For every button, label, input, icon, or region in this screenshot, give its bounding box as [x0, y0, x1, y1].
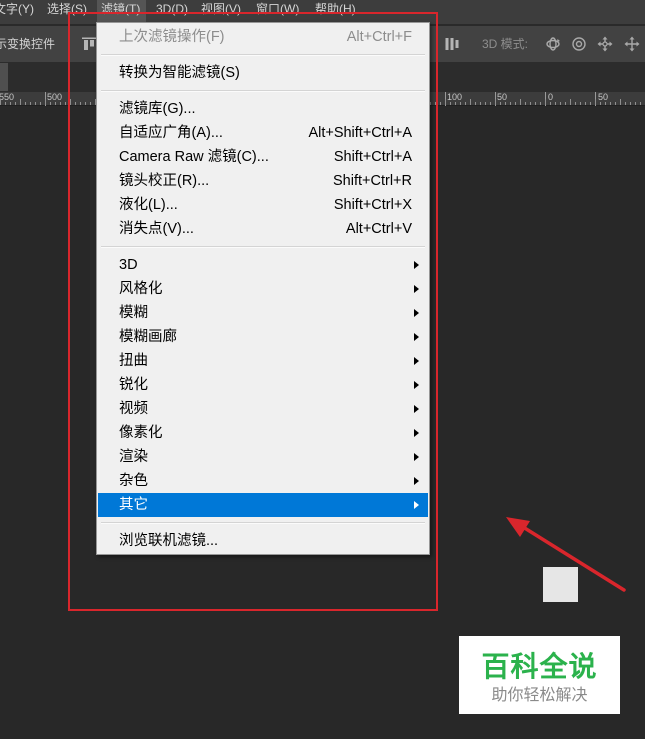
ruler-major-tick [445, 92, 446, 106]
menu-item-video[interactable]: 视频 [98, 397, 428, 421]
menu-item-label: 模糊画廊 [119, 329, 177, 345]
menu-help[interactable]: 帮助(H) [312, 0, 359, 22]
menu-item-label: 消失点(V)... [119, 221, 194, 237]
menu-item-label: Camera Raw 滤镜(C)... [119, 149, 269, 165]
menu-item-noise[interactable]: 杂色 [98, 469, 428, 493]
menu-item-label: 扭曲 [119, 353, 148, 369]
ruler-label: 100 [447, 92, 463, 102]
menu-item-label: 浏览联机滤镜... [119, 533, 219, 549]
chevron-right-icon [414, 261, 419, 269]
ruler-major-tick [595, 92, 596, 106]
menu-item-label: 自适应广角(A)... [119, 125, 223, 141]
document-tab[interactable] [0, 63, 8, 91]
menu-item-label: 转换为智能滤镜(S) [119, 65, 240, 81]
menu-filter[interactable]: 滤镜(T) [97, 0, 146, 22]
menu-item-last-filter: 上次滤镜操作(F) Alt+Ctrl+F [98, 25, 428, 49]
roll-3d-icon[interactable] [571, 36, 587, 52]
ruler-major-tick [495, 92, 496, 106]
chevron-right-icon [414, 333, 419, 341]
menu-item-lens-correction[interactable]: 镜头校正(R)... Shift+Ctrl+R [98, 169, 428, 193]
menu-item-render[interactable]: 渲染 [98, 445, 428, 469]
menu-item-distort[interactable]: 扭曲 [98, 349, 428, 373]
chevron-right-icon [414, 405, 419, 413]
menu-item-label: 杂色 [119, 473, 148, 489]
filter-menu-dropdown: 上次滤镜操作(F) Alt+Ctrl+F 转换为智能滤镜(S) 滤镜库(G)..… [96, 22, 430, 555]
align-icon[interactable] [81, 36, 97, 52]
watermark-subtitle: 助你轻松解决 [491, 687, 588, 704]
menu-item-shortcut: Shift+Ctrl+R [333, 173, 412, 189]
menu-item-shortcut: Shift+Ctrl+X [333, 197, 412, 213]
chevron-right-icon [414, 309, 419, 317]
menu-item-camera-raw-filter[interactable]: Camera Raw 滤镜(C)... Shift+Ctrl+A [98, 145, 428, 169]
chevron-right-icon [414, 501, 419, 509]
menu-separator [97, 517, 429, 529]
document-canvas [543, 567, 578, 602]
menu-item-blur[interactable]: 模糊 [98, 301, 428, 325]
menu-type[interactable]: 文字(Y) [0, 0, 37, 22]
menu-item-browse-filters-online[interactable]: 浏览联机滤镜... [98, 529, 428, 553]
menu-item-filter-gallery[interactable]: 滤镜库(G)... [98, 97, 428, 121]
menu-item-label: 渲染 [119, 449, 148, 465]
menu-item-other[interactable]: 其它 [98, 493, 428, 517]
chevron-right-icon [414, 429, 419, 437]
ruler-major-tick [45, 92, 46, 106]
chevron-right-icon [414, 453, 419, 461]
watermark: 百科全说 助你轻松解决 [459, 636, 620, 714]
menu-window[interactable]: 窗口(W) [253, 0, 302, 22]
3d-mode-label: 3D 模式: [482, 37, 529, 51]
menu-item-label: 上次滤镜操作(F) [119, 29, 225, 45]
ruler-label: 500 [47, 92, 63, 102]
distribute-icon[interactable] [444, 36, 460, 52]
menu-select[interactable]: 选择(S) [44, 0, 90, 22]
show-transform-controls-label[interactable]: 示变换控件 [0, 26, 55, 62]
menu-item-pixelate[interactable]: 像素化 [98, 421, 428, 445]
menu-item-label: 视频 [119, 401, 148, 417]
menu-item-label: 滤镜库(G)... [119, 101, 196, 117]
menu-view[interactable]: 视图(V) [198, 0, 244, 22]
watermark-title: 百科全说 [481, 651, 598, 682]
menu-item-shortcut: Alt+Ctrl+V [345, 221, 412, 237]
menu-item-label: 其它 [119, 497, 148, 513]
menu-item-blur-gallery[interactable]: 模糊画廊 [98, 325, 428, 349]
ruler-major-tick [545, 92, 546, 106]
slide-3d-icon[interactable] [624, 36, 640, 52]
menu-item-label: 3D [119, 257, 138, 273]
menu-item-label: 模糊 [119, 305, 148, 321]
ruler-label: 0 [548, 92, 554, 102]
chevron-right-icon [414, 381, 419, 389]
menu-separator [97, 85, 429, 97]
menu-item-label: 像素化 [119, 425, 163, 441]
drag-3d-icon[interactable] [597, 36, 613, 52]
menu-item-label: 风格化 [119, 281, 163, 297]
menu-item-shortcut: Shift+Ctrl+A [333, 149, 412, 165]
chevron-right-icon [414, 285, 419, 293]
menu-item-convert-smart-filters[interactable]: 转换为智能滤镜(S) [98, 61, 428, 85]
menu-item-label: 锐化 [119, 377, 148, 393]
menu-item-shortcut: Alt+Shift+Ctrl+A [308, 125, 412, 141]
ruler-label: 550 [0, 92, 15, 102]
chevron-right-icon [414, 477, 419, 485]
menu-item-liquify[interactable]: 液化(L)... Shift+Ctrl+X [98, 193, 428, 217]
menu-item-adaptive-wide-angle[interactable]: 自适应广角(A)... Alt+Shift+Ctrl+A [98, 121, 428, 145]
menu-item-stylize[interactable]: 风格化 [98, 277, 428, 301]
ruler-label: 50 [497, 92, 508, 102]
ruler-label: 50 [598, 92, 609, 102]
menu-separator [97, 49, 429, 61]
menu-item-vanishing-point[interactable]: 消失点(V)... Alt+Ctrl+V [98, 217, 428, 241]
menu-3d[interactable]: 3D(D) [153, 0, 191, 22]
rotate-3d-icon[interactable] [545, 36, 561, 52]
menu-item-sharpen[interactable]: 锐化 [98, 373, 428, 397]
menu-separator [97, 241, 429, 253]
menu-item-label: 液化(L)... [119, 197, 178, 213]
menu-item-shortcut: Alt+Ctrl+F [346, 29, 412, 45]
menu-item-3d[interactable]: 3D [98, 253, 428, 277]
menu-item-label: 镜头校正(R)... [119, 173, 210, 189]
chevron-right-icon [414, 357, 419, 365]
menu-bar: 文字(Y) 选择(S) 滤镜(T) 3D(D) 视图(V) 窗口(W) 帮助(H… [0, 0, 645, 24]
